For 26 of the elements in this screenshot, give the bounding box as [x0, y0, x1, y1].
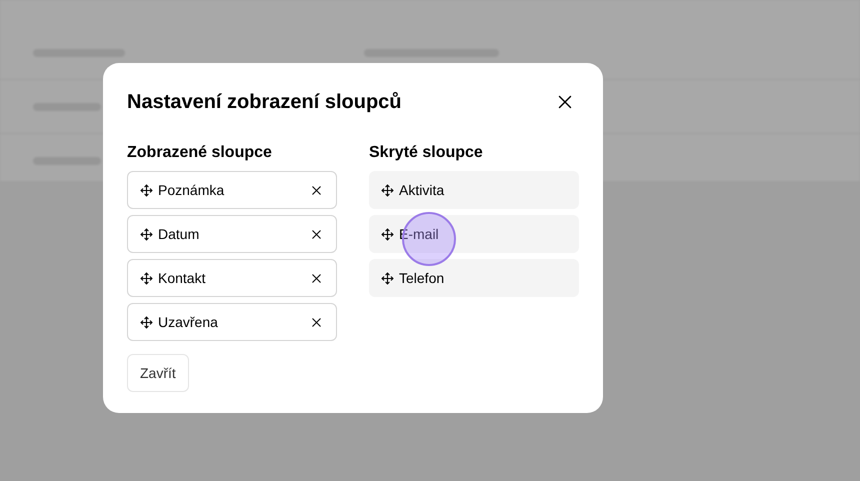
column-heading: Skryté sloupce: [369, 143, 484, 163]
move-icon[interactable]: [381, 184, 394, 196]
dialog-title: Nastavení zobrazení sloupců: [127, 90, 402, 115]
column-name: Poznámka: [158, 180, 226, 200]
column-name: Datum: [158, 224, 200, 244]
move-icon[interactable]: [140, 316, 153, 328]
column-chip[interactable]: Poznámka: [127, 171, 337, 209]
column-chip[interactable]: Aktivita: [369, 171, 579, 209]
column-chip[interactable]: Kontakt: [127, 259, 337, 297]
close-button[interactable]: Zavřít: [127, 354, 189, 392]
column-name: Uzavřena: [158, 312, 219, 332]
cursor-highlight: [402, 212, 456, 266]
move-icon[interactable]: [140, 272, 153, 284]
move-icon[interactable]: [140, 228, 153, 240]
column-heading: Zobrazené sloupce: [127, 143, 273, 163]
column-name: Aktivita: [399, 180, 444, 200]
column-name: E-mail: [399, 224, 439, 244]
column-chip[interactable]: Telefon: [369, 259, 579, 297]
move-icon[interactable]: [381, 272, 394, 284]
move-icon[interactable]: [381, 228, 394, 240]
column-chip[interactable]: E-mail: [369, 215, 579, 253]
column-chip[interactable]: Uzavřena: [127, 303, 337, 341]
column-name: Telefon: [399, 268, 444, 288]
move-icon[interactable]: [140, 184, 153, 196]
column-name: Kontakt: [158, 268, 206, 288]
column-chip[interactable]: Datum: [127, 215, 337, 253]
